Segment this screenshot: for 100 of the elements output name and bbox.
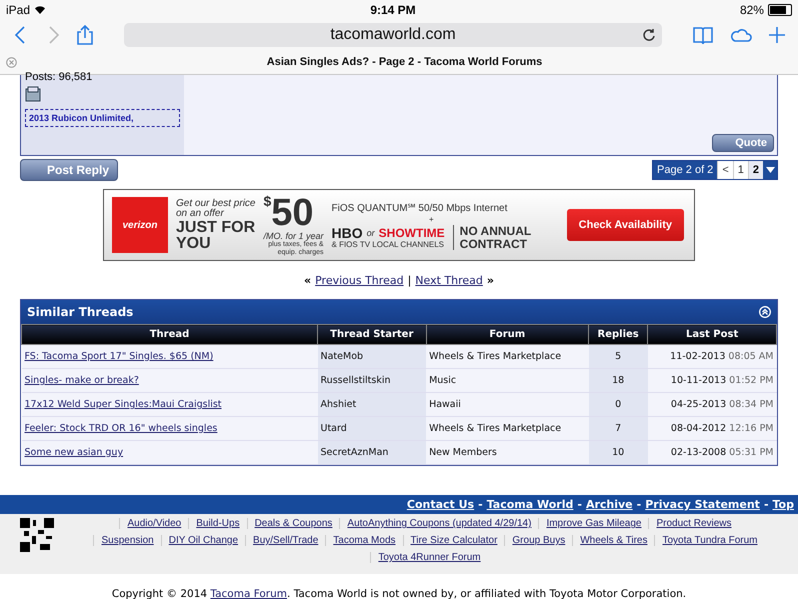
table-cell: 5: [588, 344, 648, 368]
footer-link[interactable]: Group Buys: [504, 535, 572, 546]
post-date: 08-04-2012: [670, 423, 726, 434]
signature: 2013 Rubicon Unlimited,: [25, 109, 180, 127]
separator: -: [764, 498, 769, 511]
thread-link[interactable]: Some new asian guy: [24, 447, 124, 458]
footer-link[interactable]: Tacoma Mods: [325, 535, 403, 546]
post-date: 02-13-2008: [670, 447, 726, 458]
ad-headline: JUST FOR: [176, 220, 256, 236]
section-title: Similar Threads: [27, 305, 134, 319]
next-mark: »: [486, 274, 494, 287]
qr-code-icon: [20, 518, 54, 552]
ad-text: or: [366, 228, 375, 238]
table-cell: 10: [588, 440, 648, 464]
previous-thread-link[interactable]: Previous Thread: [315, 274, 404, 287]
table-cell: 0: [588, 392, 648, 416]
product-text: FiOS QUANTUM℠ 50/50 Mbps Internet: [332, 202, 508, 214]
thread-link[interactable]: FS: Tacoma Sport 17" Singles. $65 (NM): [24, 351, 214, 362]
thread-link[interactable]: Feeler: Stock TRD OR 16" wheels singles: [24, 423, 218, 434]
post-count: Posts: 96,581: [25, 71, 94, 83]
footer-link[interactable]: Tacoma Forum: [210, 588, 288, 599]
check-availability-button[interactable]: Check Availability: [566, 209, 684, 241]
currency-symbol: $: [263, 194, 272, 209]
ad-headline: YOU: [176, 236, 212, 252]
contract-text: NO ANNUAL: [460, 224, 532, 238]
footer-link[interactable]: Top: [772, 498, 794, 511]
table-cell: Music: [426, 368, 589, 392]
dropdown-icon[interactable]: [763, 161, 777, 179]
post-date: 04-25-2013: [670, 399, 726, 410]
copyright-text: Copyright © 2014 Tacoma Forum. Tacoma World is not owned by, or affiliated with Toyota Motor Corporation.: [110, 588, 688, 599]
column-header: Last Post: [648, 324, 776, 344]
address-field[interactable]: tacomaworld.com: [124, 23, 662, 47]
contract-text: CONTRACT: [460, 238, 528, 250]
table-cell: Wheels & Tires Marketplace: [426, 344, 589, 368]
footer-link[interactable]: Deals & Coupons: [246, 518, 340, 529]
footer-link[interactable]: Build-Ups: [188, 518, 247, 529]
page-link[interactable]: 2: [748, 161, 763, 179]
footer-link[interactable]: Wheels & Tires: [572, 535, 654, 546]
table-cell: Utard: [318, 416, 426, 440]
footer-link[interactable]: AutoAnything Coupons (updated 4/29/14): [339, 518, 538, 529]
post-date: 10-11-2013: [670, 375, 726, 386]
previous-mark: «: [304, 274, 312, 287]
ad-price: 50: [271, 194, 314, 232]
footer-link[interactable]: Tire Size Calculator: [402, 535, 504, 546]
footer-link[interactable]: Archive: [586, 498, 633, 511]
battery-percent: 82%: [740, 3, 764, 17]
footer-link[interactable]: Contact Us: [406, 498, 474, 511]
post-date: 11-02-2013: [670, 351, 726, 362]
column-header: Forum: [426, 324, 589, 344]
book-icon[interactable]: [690, 24, 716, 46]
post-time: 12:16 PM: [729, 423, 774, 434]
reload-icon[interactable]: [642, 28, 656, 42]
post-time: 08:34 PM: [729, 399, 774, 410]
channel-logo: SHOWTIME: [378, 227, 445, 240]
plus-icon[interactable]: [766, 24, 788, 46]
column-header: Thread Starter: [318, 324, 426, 344]
ad-text: on an offer: [176, 209, 225, 220]
post-time: 08:05 AM: [728, 351, 774, 362]
footer-link[interactable]: Toyota Tundra Forum: [654, 535, 765, 546]
separator: -: [636, 498, 642, 511]
table-cell: 7: [588, 416, 648, 440]
ad-text: Get our best price: [176, 198, 256, 208]
close-tab-icon[interactable]: [6, 56, 17, 68]
channels-note: & FIOS TV LOCAL CHANNELS: [332, 240, 445, 250]
table-cell: SecretAznMan: [318, 440, 426, 464]
table-cell: Russellstiltskin: [318, 368, 426, 392]
table-cell: Hawaii: [426, 392, 589, 416]
footer-link[interactable]: DIY Oil Change: [160, 535, 246, 546]
post-time: 05:31 PM: [729, 447, 774, 458]
ad-banner[interactable]: [103, 189, 695, 261]
column-header: Replies: [588, 324, 648, 344]
thread-link[interactable]: 17x12 Weld Super Singles:Maui Craigslist: [24, 399, 222, 410]
footer-link[interactable]: Toyota 4Runner Forum: [370, 552, 488, 563]
footer-link[interactable]: Product Reviews: [648, 518, 739, 529]
device-name: iPad: [6, 3, 30, 17]
table-cell: 18: [588, 368, 648, 392]
clock-time: 9:14 PM: [370, 3, 416, 17]
column-header: Thread: [22, 324, 318, 344]
footer-link[interactable]: Improve Gas Mileage: [538, 518, 648, 529]
footer-link[interactable]: Audio/Video: [119, 518, 188, 529]
separator: |: [408, 274, 412, 287]
footer-link[interactable]: Buy/Sell/Trade: [245, 535, 326, 546]
footer-link[interactable]: Privacy Statement: [645, 498, 760, 511]
plus-sign: +: [428, 214, 435, 224]
share-icon[interactable]: [74, 24, 96, 46]
thread-link[interactable]: Singles- make or break?: [24, 375, 139, 386]
wifi-icon: [34, 5, 46, 15]
table-cell: NateMob: [318, 344, 426, 368]
post-time: 01:52 PM: [729, 375, 774, 386]
price-note: /MO. for 1 year: [263, 232, 324, 241]
tab-title[interactable]: Asian Singles Ads? - Page 2 - Tacoma World Forums: [17, 56, 792, 68]
separator: -: [577, 498, 582, 511]
footer-link[interactable]: Suspension: [93, 535, 161, 546]
footer-link[interactable]: Tacoma World: [486, 498, 574, 511]
page-label: Page 2 of 2: [653, 161, 718, 179]
separator: -: [478, 498, 483, 511]
table-cell: Wheels & Tires Marketplace: [426, 416, 589, 440]
collapse-icon[interactable]: [759, 306, 771, 318]
next-thread-link[interactable]: Next Thread: [415, 274, 483, 287]
table-cell: New Members: [426, 440, 589, 464]
